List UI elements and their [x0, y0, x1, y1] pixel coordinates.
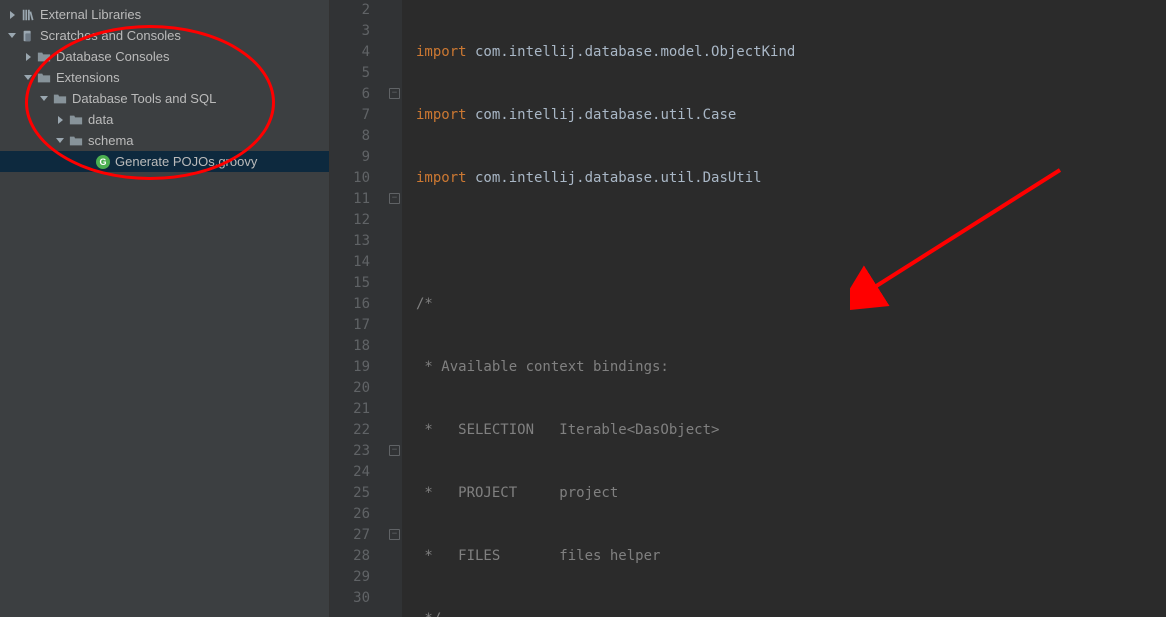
folder-icon [36, 70, 52, 86]
scratch-icon [20, 28, 36, 44]
line-gutter: 2 3 4 5 6 7 8 9 10 11 12 13 14 15 16 17 … [330, 0, 388, 617]
chevron-right-icon [54, 114, 66, 126]
fold-marker[interactable]: − [389, 529, 400, 540]
tree-item-scratches[interactable]: Scratches and Consoles [0, 25, 329, 46]
chevron-down-icon [6, 30, 18, 42]
tree-item-generate-pojos[interactable]: G Generate POJOs.groovy [0, 151, 329, 172]
tree-label: Extensions [56, 70, 120, 85]
tree-item-db-consoles[interactable]: Database Consoles [0, 46, 329, 67]
fold-gutter: − − − − [388, 0, 402, 617]
folder-icon [68, 112, 84, 128]
tree-label: Generate POJOs.groovy [115, 154, 257, 169]
chevron-down-icon [54, 135, 66, 147]
tree-item-data[interactable]: data [0, 109, 329, 130]
tree-item-schema[interactable]: schema [0, 130, 329, 151]
tree-label: Database Consoles [56, 49, 169, 64]
chevron-down-icon [22, 72, 34, 84]
code-area[interactable]: import com.intellij.database.model.Objec… [402, 0, 1133, 617]
tree-label: Scratches and Consoles [40, 28, 181, 43]
tree-label: Database Tools and SQL [72, 91, 216, 106]
chevron-down-icon [38, 93, 50, 105]
project-tree-sidebar: External Libraries Scratches and Console… [0, 0, 330, 617]
fold-marker[interactable]: − [389, 193, 400, 204]
code-editor[interactable]: 2 3 4 5 6 7 8 9 10 11 12 13 14 15 16 17 … [330, 0, 1166, 617]
folder-icon [52, 91, 68, 107]
fold-marker[interactable]: − [389, 445, 400, 456]
tree-item-extensions[interactable]: Extensions [0, 67, 329, 88]
tree-item-external-libraries[interactable]: External Libraries [0, 4, 329, 25]
tree-label: data [88, 112, 113, 127]
groovy-file-icon: G [95, 154, 111, 170]
chevron-right-icon [6, 9, 18, 21]
tree-label: External Libraries [40, 7, 141, 22]
fold-marker[interactable]: − [389, 88, 400, 99]
tree-label: schema [88, 133, 134, 148]
folder-icon [36, 49, 52, 65]
tree-item-db-tools-sql[interactable]: Database Tools and SQL [0, 88, 329, 109]
chevron-right-icon [22, 51, 34, 63]
library-icon [20, 7, 36, 23]
folder-icon [68, 133, 84, 149]
